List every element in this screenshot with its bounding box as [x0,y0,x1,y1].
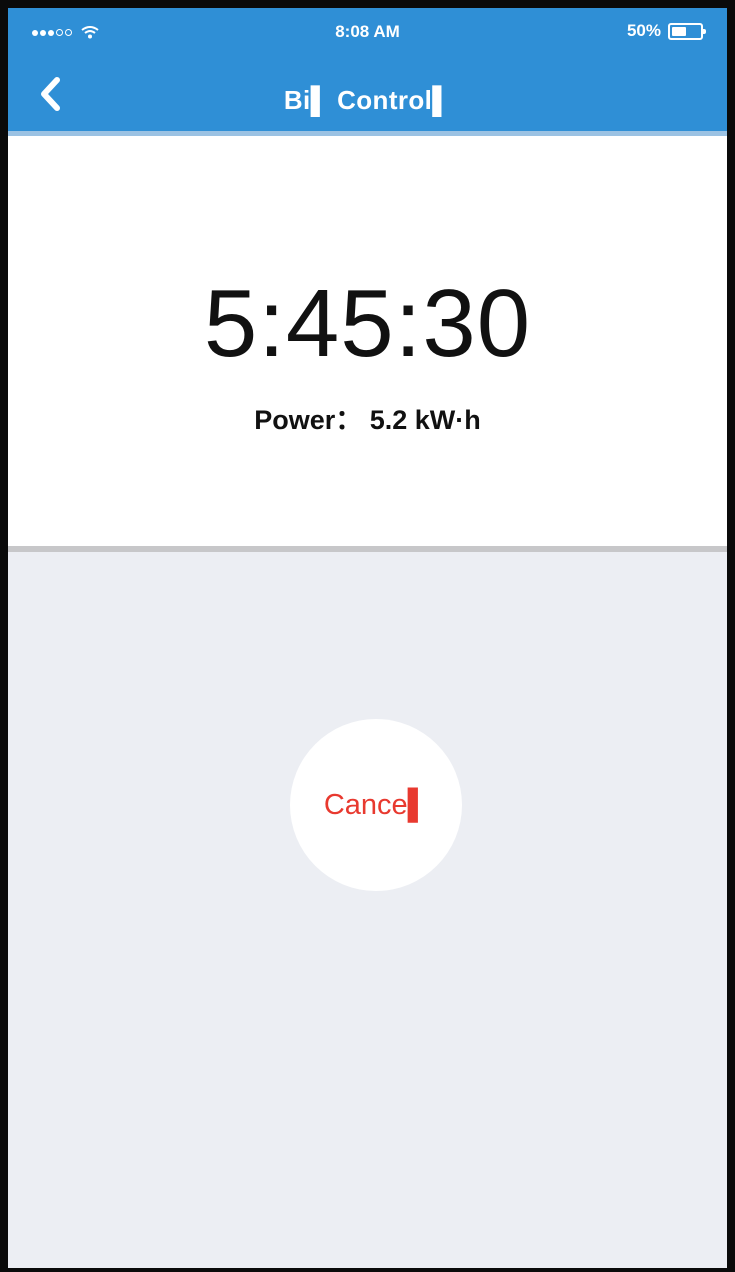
power-usage: Power： 5.2 kW·h [254,405,481,435]
status-bar: 8:08 AM 50% [8,8,727,58]
cancel-button[interactable]: Cance▌ [290,719,462,891]
header: 8:08 AM 50% Bi▌ Control▌ [8,8,727,131]
divider [8,546,727,552]
cancel-label: Cance▌ [323,788,429,821]
nav-bar: Bi▌ Control▌ [8,58,727,131]
battery-fill [672,26,686,36]
battery-indicator: 50% [626,21,706,41]
battery-percent: 50% [626,21,661,40]
page-title: Bi▌ Control▌ [283,85,452,115]
timer-panel: 5:45:30 Power： 5.2 kW·h [8,136,727,546]
timer-display: 5:45:30 [203,270,532,377]
battery-icon [668,22,706,40]
app-screen: 8:08 AM 50% Bi▌ Control▌ 5:45:30 Power： … [0,0,735,1272]
status-time: 8:08 AM [335,22,400,41]
